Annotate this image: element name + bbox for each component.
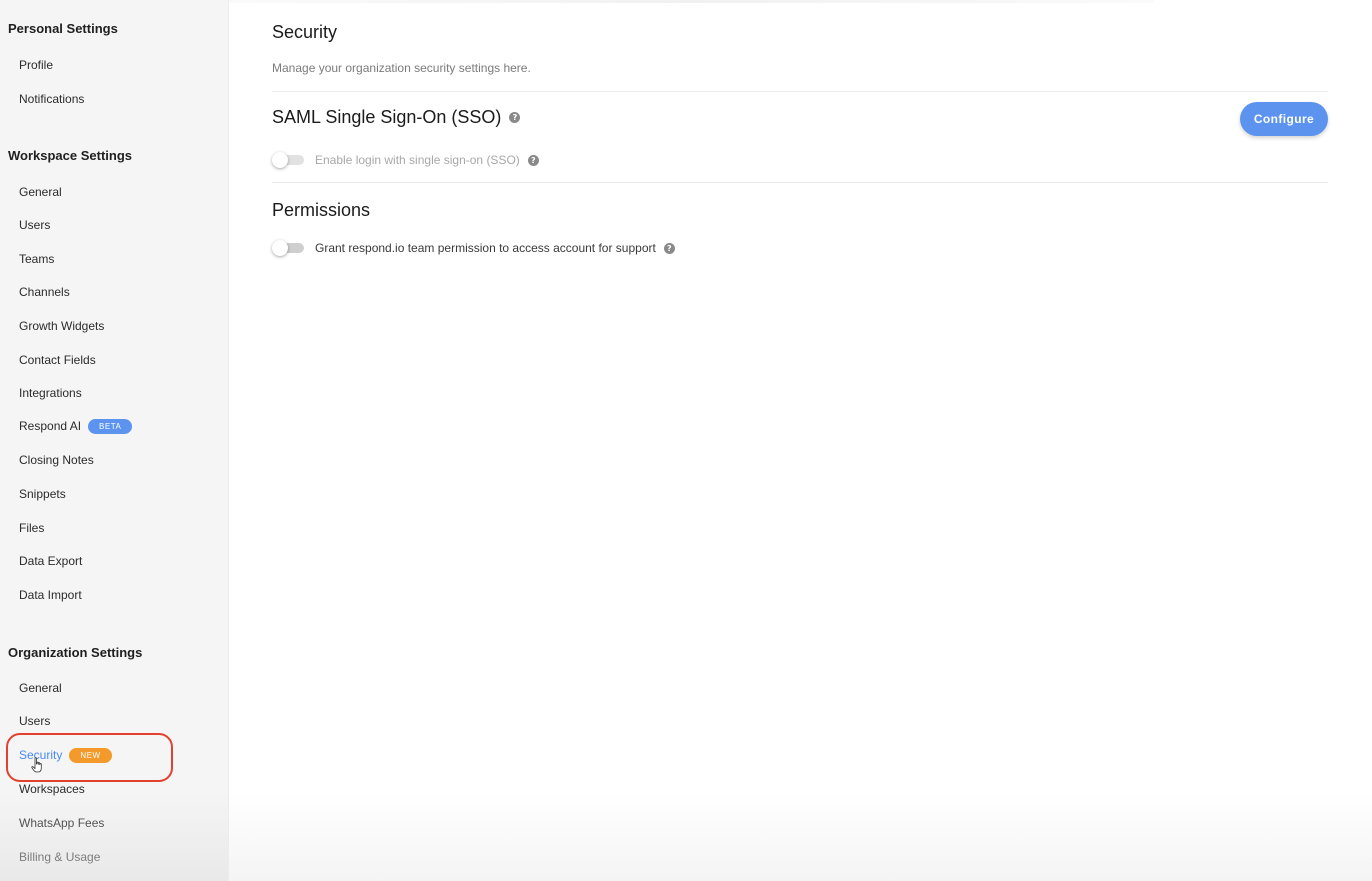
sso-heading-text: SAML Single Sign-On (SSO) [272,107,502,127]
personal-settings-heading: Personal Settings [8,21,118,36]
support-access-toggle-switch[interactable] [272,240,304,256]
sidebar-item-growth-widgets[interactable]: Growth Widgets [19,318,104,334]
sidebar-item-data-export[interactable]: Data Export [19,553,82,569]
sidebar-item-label: Users [19,714,51,728]
sidebar-item-label: Notifications [19,92,85,106]
sidebar-item-label: Billing & Usage [19,850,101,864]
sidebar-item-org-general[interactable]: General [19,680,62,696]
question-circle-icon[interactable]: ? [509,112,521,123]
beta-badge: BETA [88,418,133,434]
question-circle-icon[interactable]: ? [663,242,675,254]
sidebar-item-teams[interactable]: Teams [19,251,54,267]
permissions-section-heading: Permissions [272,200,370,221]
sidebar-item-files[interactable]: Files [19,520,44,536]
sidebar-item-respond-ai[interactable]: Respond AI BETA [19,418,133,434]
sidebar-item-label: Closing Notes [19,453,94,467]
sidebar-item-label: Users [19,218,51,232]
sidebar-item-label: Workspaces [19,782,85,796]
toggle-knob [272,240,288,256]
sidebar-item-label: Profile [19,58,54,72]
sidebar-item-whatsapp-fees[interactable]: WhatsApp Fees [19,815,104,831]
sidebar-item-label: Files [19,521,45,535]
sso-toggle-label: Enable login with single sign-on (SSO) [315,153,520,167]
security-settings-panel: Security Manage your organization securi… [229,0,1372,881]
top-divider [229,0,1154,3]
sidebar-item-workspaces[interactable]: Workspaces [19,781,85,797]
sso-section-heading: SAML Single Sign-On (SSO) ? [272,107,521,128]
app-root: Personal Settings Profile Notifications … [0,0,1372,881]
page-subtitle: Manage your organization security settin… [272,61,531,75]
sidebar-item-label: General [19,185,62,199]
support-access-toggle-label: Grant respond.io team permission to acce… [315,241,656,255]
sidebar-item-label: Respond AI [19,419,82,433]
sso-toggle-row: Enable login with single sign-on (SSO) ? [272,152,539,168]
permissions-toggle-row: Grant respond.io team permission to acce… [272,240,675,256]
sso-toggle-switch[interactable] [272,152,304,168]
page-title: Security [272,22,338,42]
sidebar-item-label: Contact Fields [19,353,96,367]
hand-pointer-icon [31,757,42,773]
sidebar-item-label: Growth Widgets [19,319,105,333]
section-divider [272,182,1328,183]
sidebar-bottom-fade [0,791,228,881]
sidebar-item-label: WhatsApp Fees [19,816,105,830]
workspace-settings-heading: Workspace Settings [8,148,133,163]
sidebar-item-integrations[interactable]: Integrations [19,385,82,401]
sidebar-item-workspace-users[interactable]: Users [19,217,50,233]
sidebar-item-label: Integrations [19,386,82,400]
new-badge: NEW [69,747,112,763]
sidebar-item-profile[interactable]: Profile [19,57,53,73]
sidebar-item-label: Teams [19,252,55,266]
sidebar-item-workspace-general[interactable]: General [19,184,62,200]
sidebar-item-snippets[interactable]: Snippets [19,486,66,502]
sidebar-item-data-import[interactable]: Data Import [19,587,82,603]
permissions-heading-text: Permissions [272,200,371,220]
sidebar-item-label: Data Import [19,588,82,602]
main-bottom-fade [229,791,1372,881]
toggle-knob [272,152,288,168]
sidebar-item-org-users[interactable]: Users [19,713,50,729]
configure-button[interactable]: Configure [1240,102,1328,136]
section-divider [272,91,1328,92]
sidebar-item-contact-fields[interactable]: Contact Fields [19,352,96,368]
sidebar-item-notifications[interactable]: Notifications [19,91,84,107]
question-circle-icon[interactable]: ? [527,154,539,166]
sidebar-item-label: Data Export [19,554,83,568]
settings-sidebar: Personal Settings Profile Notifications … [0,0,229,881]
sidebar-item-closing-notes[interactable]: Closing Notes [19,452,94,468]
sidebar-item-label: Channels [19,285,70,299]
sidebar-item-channels[interactable]: Channels [19,284,70,300]
organization-settings-heading: Organization Settings [8,645,143,660]
sidebar-item-label: General [19,681,62,695]
sidebar-item-billing-usage[interactable]: Billing & Usage [19,849,100,865]
sidebar-item-label: Snippets [19,487,66,501]
